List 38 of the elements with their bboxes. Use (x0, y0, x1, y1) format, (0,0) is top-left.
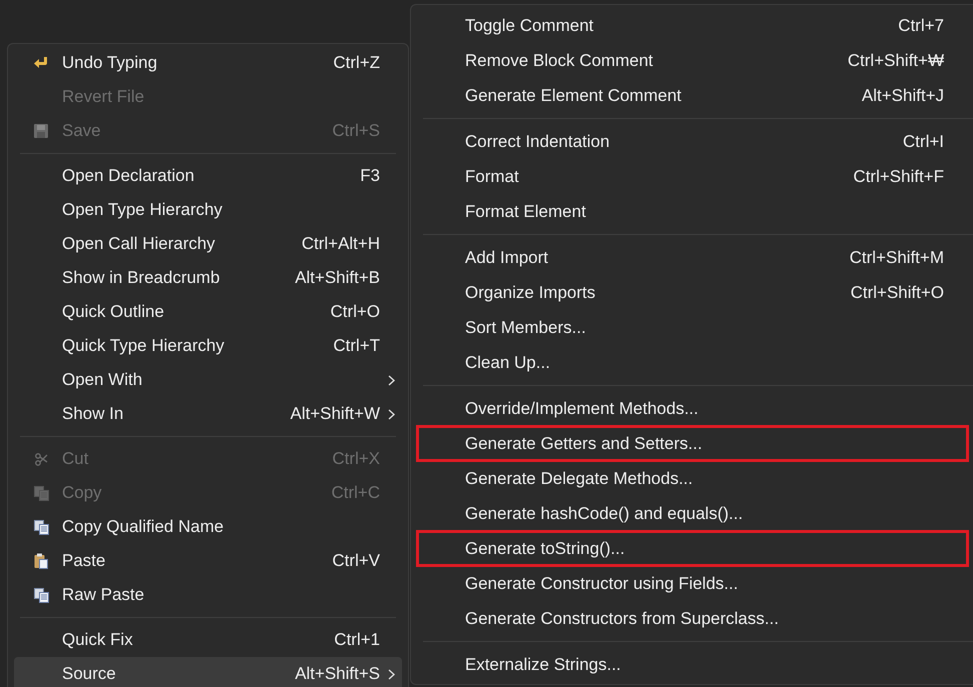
menu-item[interactable]: Open Declaration F3 (14, 159, 402, 193)
menu-item[interactable]: Copy Qualified Name (14, 510, 402, 544)
menu-item[interactable]: Format Ctrl+Shift+F (417, 159, 968, 194)
undo-arrow-icon (33, 56, 49, 70)
menu-item[interactable]: Organize Imports Ctrl+Shift+O (417, 275, 968, 310)
menu-item[interactable]: Undo Typing Ctrl+Z (14, 46, 402, 80)
menu-item[interactable]: Quick Type Hierarchy Ctrl+T (14, 329, 402, 363)
menu-item[interactable]: Sort Members... (417, 310, 968, 345)
menu-item[interactable]: Generate Delegate Methods... (417, 461, 968, 496)
menu-item[interactable]: Generate Constructors from Superclass... (417, 601, 968, 636)
scissors-icon (34, 452, 48, 466)
menu-item[interactable]: Quick Fix Ctrl+1 (14, 623, 402, 657)
menu-item[interactable]: Source Alt+Shift+S (14, 657, 402, 687)
menu-item[interactable]: Remove Block Comment Ctrl+Shift+₩ (417, 43, 968, 78)
menu-item[interactable]: Quick Outline Ctrl+O (14, 295, 402, 329)
clipboard-icon (34, 553, 48, 569)
menu-item[interactable]: Open With (14, 363, 402, 397)
menu-item[interactable]: Generate hashCode() and equals()... (417, 496, 968, 531)
menu-item[interactable]: Correct Indentation Ctrl+I (417, 124, 968, 159)
menu-item[interactable]: Clean Up... (417, 345, 968, 380)
menu-item[interactable]: Show In Alt+Shift+W (14, 397, 402, 431)
menu-item[interactable]: Override/Implement Methods... (417, 391, 968, 426)
menu-item[interactable]: Generate Constructor using Fields... (417, 566, 968, 601)
menu-item[interactable]: Open Type Hierarchy (14, 193, 402, 227)
menu-item[interactable]: Generate toString()... (417, 531, 968, 566)
menu-item[interactable]: Raw Paste (14, 578, 402, 612)
documents-icon (34, 520, 48, 534)
menu-item[interactable]: Externalize Strings... (417, 647, 968, 682)
menu-item[interactable]: Add Import Ctrl+Shift+M (417, 240, 968, 275)
menu-item[interactable]: Generate Getters and Setters... (417, 426, 968, 461)
menu-item[interactable]: Paste Ctrl+V (14, 544, 402, 578)
menu-item[interactable]: Open Call Hierarchy Ctrl+Alt+H (14, 227, 402, 261)
documents-icon (34, 486, 48, 500)
menu-item[interactable]: Format Element (417, 194, 968, 229)
menu-item[interactable]: Show in Breadcrumb Alt+Shift+B (14, 261, 402, 295)
menu-item[interactable]: Toggle Comment Ctrl+7 (417, 8, 968, 43)
menu-item[interactable]: Generate Element Comment Alt+Shift+J (417, 78, 968, 113)
documents-icon (34, 588, 48, 602)
